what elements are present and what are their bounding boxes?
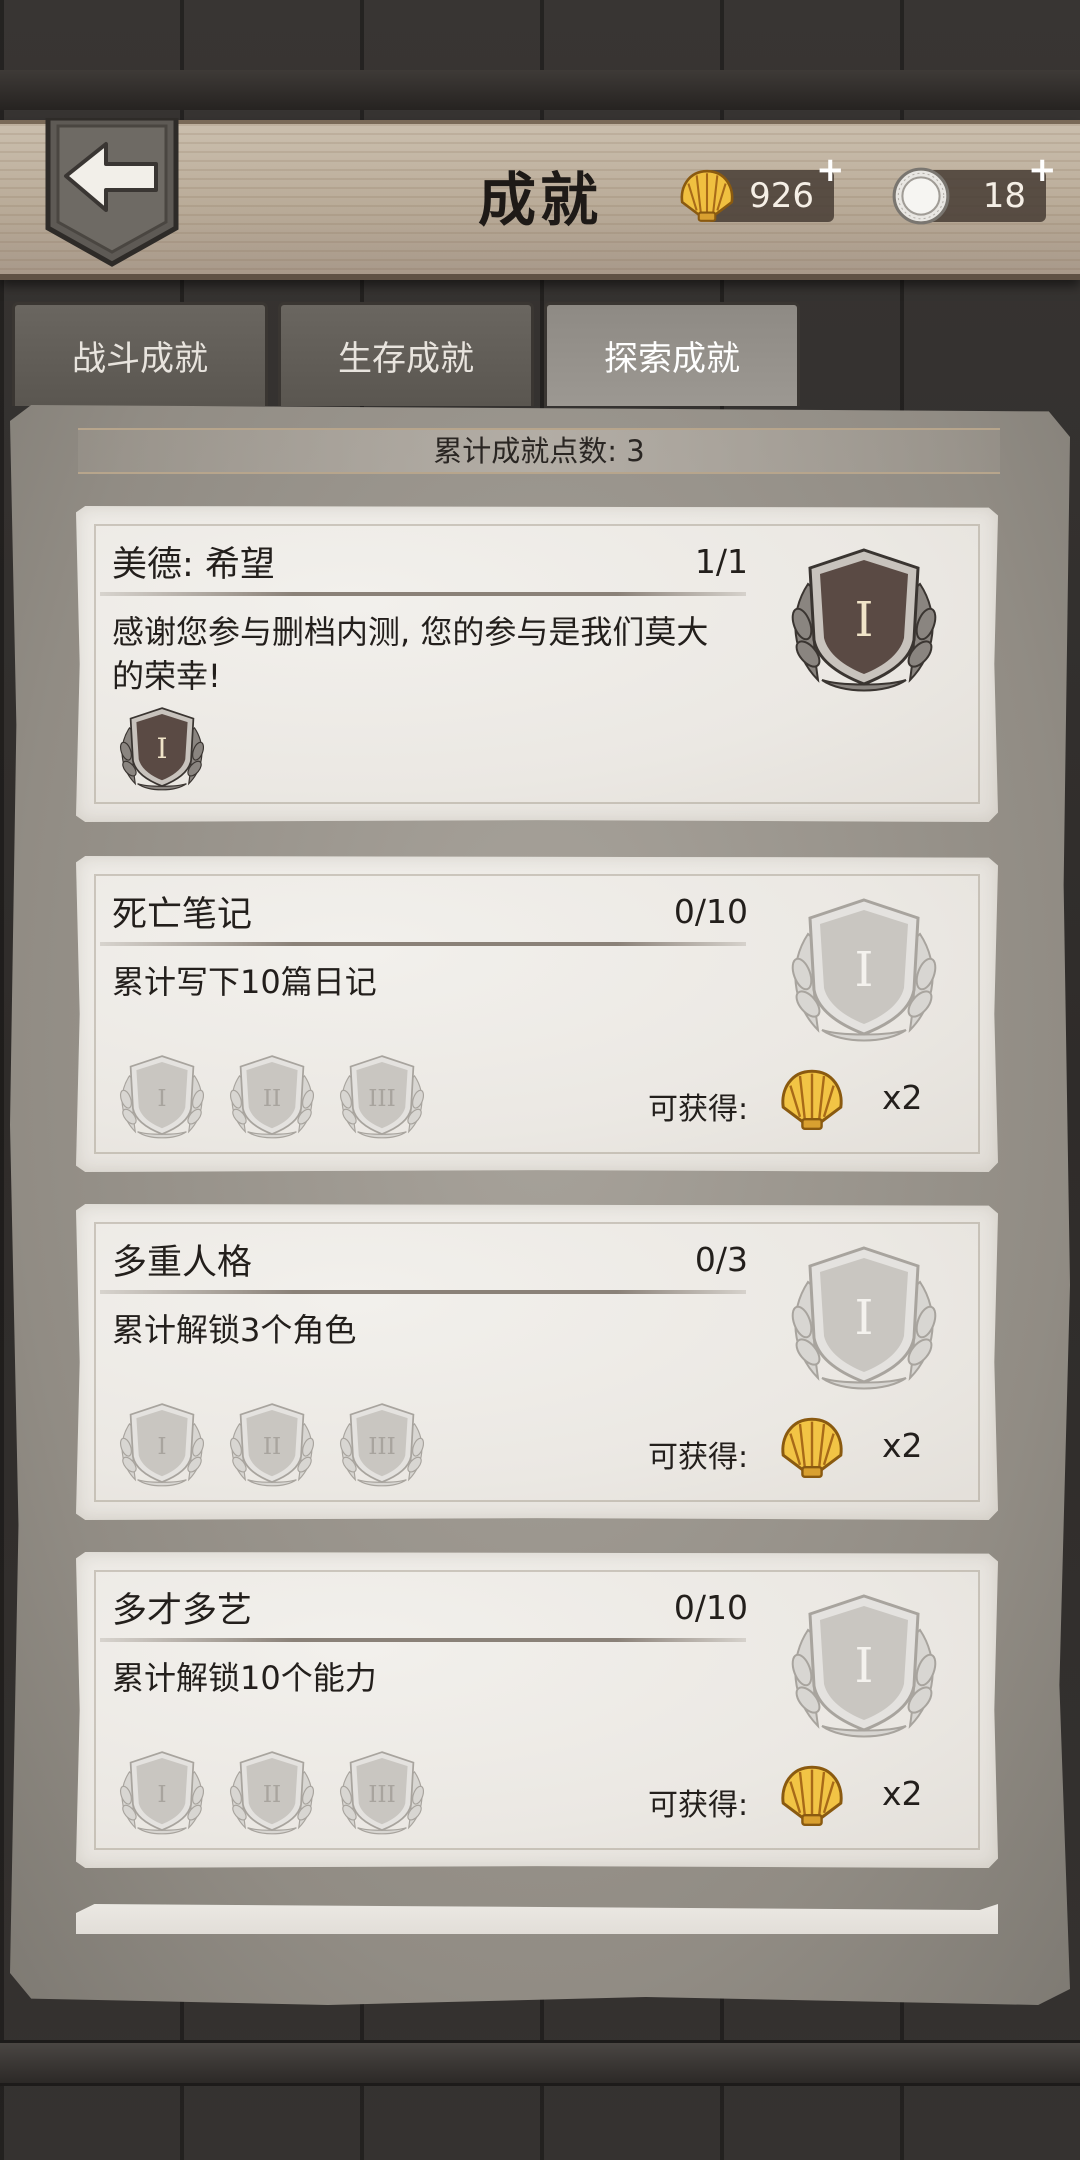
shell-count: 926	[749, 176, 814, 216]
arrow-left-icon	[45, 115, 179, 267]
svg-text:III: III	[368, 1433, 396, 1460]
tier-2-medal-icon: II	[222, 1052, 322, 1144]
add-coins-button[interactable]: +	[1028, 150, 1057, 190]
tier-3-medal-icon: III	[332, 1748, 432, 1840]
tab-combat[interactable]: 战斗成就	[12, 302, 268, 406]
achievement-description: 累计解锁10个能力	[112, 1659, 377, 1697]
achievement-card[interactable]: 死亡笔记 0/10 累计写下10篇日记 I I II III 可获得: x2	[76, 856, 998, 1172]
svg-text:II: II	[263, 1085, 281, 1112]
top-rail	[0, 70, 1080, 110]
total-points: 累计成就点数: 3	[78, 428, 1000, 474]
svg-text:I: I	[157, 1085, 166, 1112]
tier-2-medal-icon: II	[222, 1748, 322, 1840]
tab-label: 生存成就	[338, 339, 474, 379]
achievement-card[interactable]: 多重人格 0/3 累计解锁3个角色 I I II III 可获得: x2	[76, 1204, 998, 1520]
add-shells-button[interactable]: +	[816, 150, 845, 190]
svg-text:II: II	[263, 1781, 281, 1808]
reward-count: x2	[882, 1078, 923, 1117]
achievement-progress: 0/10	[673, 1588, 748, 1627]
reward-count: x2	[882, 1774, 923, 1813]
bottom-rail	[0, 2040, 1080, 2086]
medal-icon: I	[778, 1590, 950, 1746]
achievement-description: 累计解锁3个角色	[112, 1311, 357, 1349]
svg-text:I: I	[855, 1638, 874, 1694]
achievement-title: 多才多艺	[112, 1591, 253, 1631]
achievement-title: 多重人格	[112, 1243, 253, 1283]
svg-text:I: I	[157, 1433, 166, 1460]
tier-3-medal-icon: III	[332, 1400, 432, 1492]
title-divider	[100, 942, 746, 946]
tab-label: 战斗成就	[72, 339, 208, 379]
achievement-progress: 0/10	[673, 892, 748, 931]
coin-count: 18	[982, 176, 1026, 216]
medal-icon: I	[778, 1242, 950, 1398]
achievement-card[interactable]: 多才多艺 0/10 累计解锁10个能力 I I II III 可获得: x2	[76, 1552, 998, 1868]
tier-1-medal-icon: I	[112, 1400, 212, 1492]
tier-3-medal-icon: III	[332, 1052, 432, 1144]
tab-survival[interactable]: 生存成就	[278, 302, 534, 406]
achievement-description: 累计写下10篇日记	[112, 963, 377, 1001]
medal-icon: I	[778, 894, 950, 1050]
reward-label: 可获得:	[648, 1440, 749, 1475]
tier-1-medal-icon: I	[112, 1052, 212, 1144]
medal-icon	[778, 544, 950, 700]
page-title: 成就	[477, 166, 602, 234]
achievement-progress: 0/3	[694, 1240, 748, 1279]
svg-text:I: I	[855, 942, 874, 998]
title-divider	[100, 1638, 746, 1642]
reward-label: 可获得:	[648, 1788, 749, 1823]
svg-text:I: I	[157, 1781, 166, 1808]
title-divider	[100, 592, 746, 596]
shell-icon	[776, 1760, 848, 1832]
tab-label: 探索成就	[604, 339, 740, 379]
back-button[interactable]	[44, 115, 180, 268]
title-divider	[100, 1290, 746, 1294]
achievement-title: 死亡笔记	[112, 895, 253, 935]
reward-count: x2	[882, 1426, 923, 1465]
achievement-card[interactable]: 美德: 希望 1/1 感谢您参与删档内测, 您的参与是我们莫大的荣幸!	[76, 506, 998, 822]
reward-label: 可获得:	[648, 1092, 749, 1127]
shell-icon	[776, 1412, 848, 1484]
shell-icon	[776, 1064, 848, 1136]
tier-1-medal-icon	[112, 704, 212, 796]
svg-text:III: III	[368, 1085, 396, 1112]
svg-text:III: III	[368, 1781, 396, 1808]
achievement-title: 美德: 希望	[112, 545, 275, 585]
tier-1-medal-icon: I	[112, 1748, 212, 1840]
coin-icon	[892, 167, 950, 225]
achievement-progress: 1/1	[694, 542, 748, 581]
achievement-description: 感谢您参与删档内测, 您的参与是我们莫大的荣幸!	[112, 613, 709, 695]
tier-2-medal-icon: II	[222, 1400, 322, 1492]
tab-explore[interactable]: 探索成就	[544, 302, 800, 406]
svg-text:II: II	[263, 1433, 281, 1460]
svg-text:I: I	[855, 1290, 874, 1346]
shell-icon	[680, 169, 734, 222]
